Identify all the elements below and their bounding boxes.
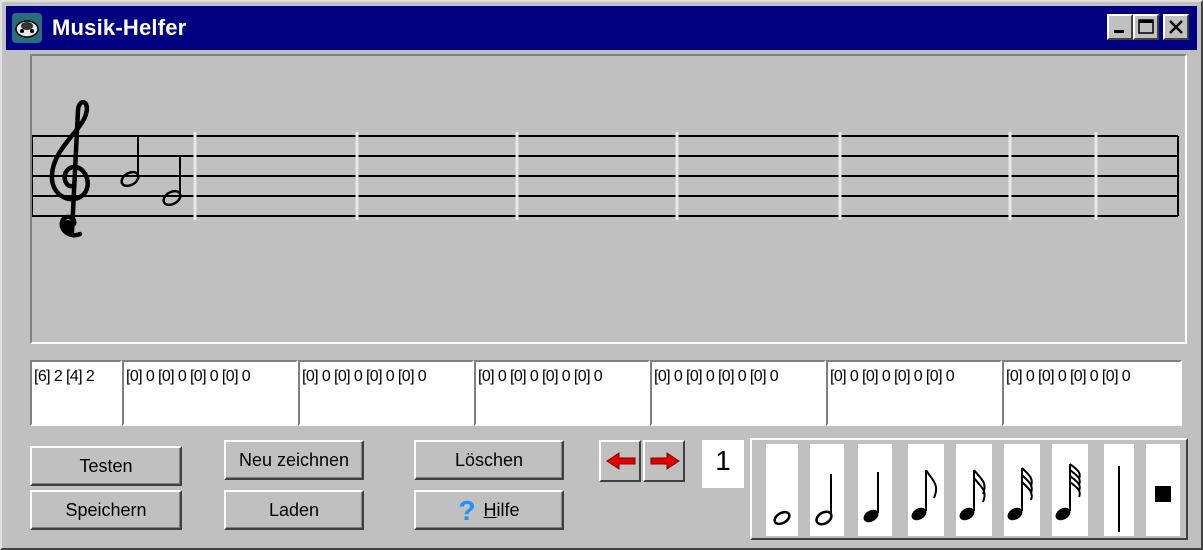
palette-sixty-fourth-note[interactable] [1052, 444, 1088, 536]
palette-quarter-note[interactable] [858, 444, 892, 536]
arrow-right-icon [650, 452, 680, 470]
sixteenth-note-icon [959, 469, 986, 521]
measure-code-2[interactable]: [0] 0 [0] 0 [0] 0 [0] 0 [122, 360, 298, 426]
palette-bar-line[interactable] [1104, 444, 1134, 536]
window-title: Musik-Helfer [52, 15, 187, 40]
page-counter: 1 [702, 440, 744, 488]
help-label: ilfe [496, 500, 520, 520]
test-button[interactable]: Testen [30, 446, 182, 486]
measure-code-6[interactable]: [0] 0 [0] 0 [0] 0 [0] 0 [826, 360, 1002, 426]
palette-whole-note[interactable] [766, 444, 798, 536]
measure-codes: [6] 2 [4] 2 [0] 0 [0] 0 [0] 0 [0] 0 [0] … [30, 360, 1182, 426]
measure-code-4[interactable]: [0] 0 [0] 0 [0] 0 [0] 0 [474, 360, 650, 426]
title-bar[interactable]: Musik-Helfer [6, 6, 1197, 50]
minimize-button[interactable] [1107, 14, 1133, 40]
measure-code-3[interactable]: [0] 0 [0] 0 [0] 0 [0] 0 [298, 360, 474, 426]
palette-eighth-note[interactable] [908, 444, 944, 536]
app-window: Musik-Helfer [6] 2 [4] 2 [0] 0 [0] 0 [0]… [0, 0, 1203, 550]
rest-block-icon [1155, 486, 1171, 502]
maximize-icon [1138, 19, 1154, 34]
thirty-second-note-icon [1007, 467, 1033, 521]
close-button[interactable] [1163, 14, 1189, 40]
redraw-button[interactable]: Neu zeichnen [224, 440, 364, 480]
bar-line-icon [1118, 466, 1120, 532]
close-icon [1169, 20, 1183, 34]
sixty-fourth-note-icon [1055, 463, 1081, 521]
next-button[interactable] [643, 440, 685, 482]
measure-code-5[interactable]: [0] 0 [0] 0 [0] 0 [0] 0 [650, 360, 826, 426]
note-palette [750, 438, 1188, 540]
app-icon [12, 13, 42, 43]
half-note-icon [815, 474, 833, 526]
palette-sixteenth-note[interactable] [956, 444, 992, 536]
quarter-note-icon [863, 472, 879, 523]
delete-button[interactable]: Löschen [414, 440, 564, 480]
maximize-button[interactable] [1133, 14, 1159, 40]
palette-rest-block[interactable] [1146, 444, 1180, 536]
arrow-left-icon [606, 452, 636, 470]
help-icon: ? [458, 495, 476, 527]
staff-note-2 [162, 156, 182, 207]
help-button[interactable]: ? Hilfe [414, 490, 564, 530]
minimize-icon [1114, 30, 1124, 33]
help-hotkey: H [483, 500, 497, 520]
save-button[interactable]: Speichern [30, 490, 182, 530]
measure-code-7[interactable]: [0] 0 [0] 0 [0] 0 [0] 0 [1002, 360, 1182, 426]
previous-button[interactable] [599, 440, 641, 482]
music-staff [32, 100, 1179, 238]
staff-canvas[interactable] [30, 54, 1187, 344]
load-button[interactable]: Laden [224, 490, 364, 530]
whole-note-icon [773, 510, 791, 526]
staff-note-1 [120, 137, 140, 188]
palette-thirty-second-note[interactable] [1004, 444, 1040, 536]
eighth-note-icon [911, 469, 938, 521]
palette-half-note[interactable] [810, 444, 844, 536]
measure-code-1[interactable]: [6] 2 [4] 2 [30, 360, 122, 426]
